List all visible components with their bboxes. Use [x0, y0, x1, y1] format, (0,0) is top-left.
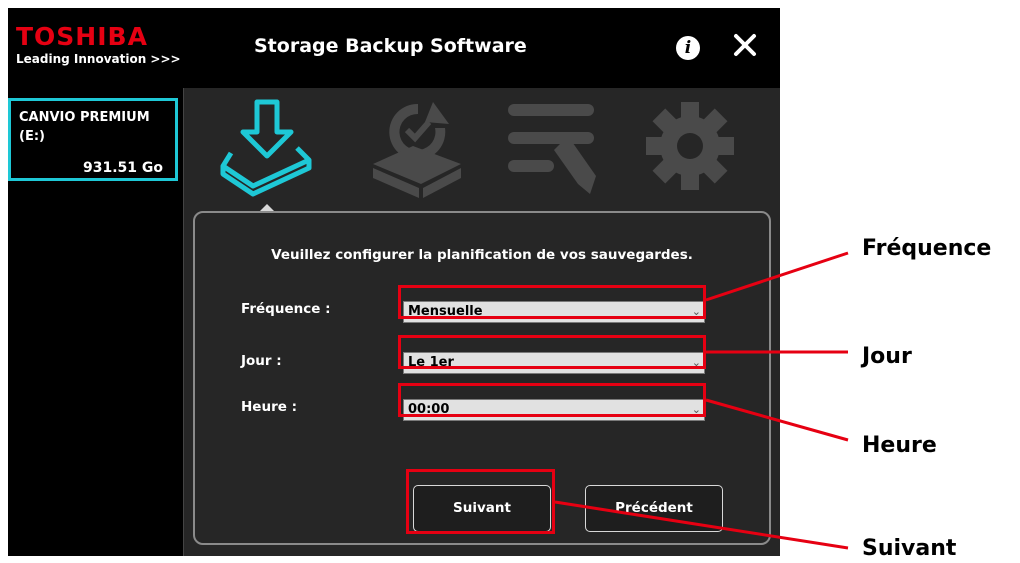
frequency-callout: Fréquence [862, 236, 992, 261]
next-callout: Suivant [862, 536, 957, 561]
day-callout: Jour [862, 344, 912, 369]
callout-leader-lines [554, 251, 849, 550]
time-callout: Heure [862, 433, 937, 458]
